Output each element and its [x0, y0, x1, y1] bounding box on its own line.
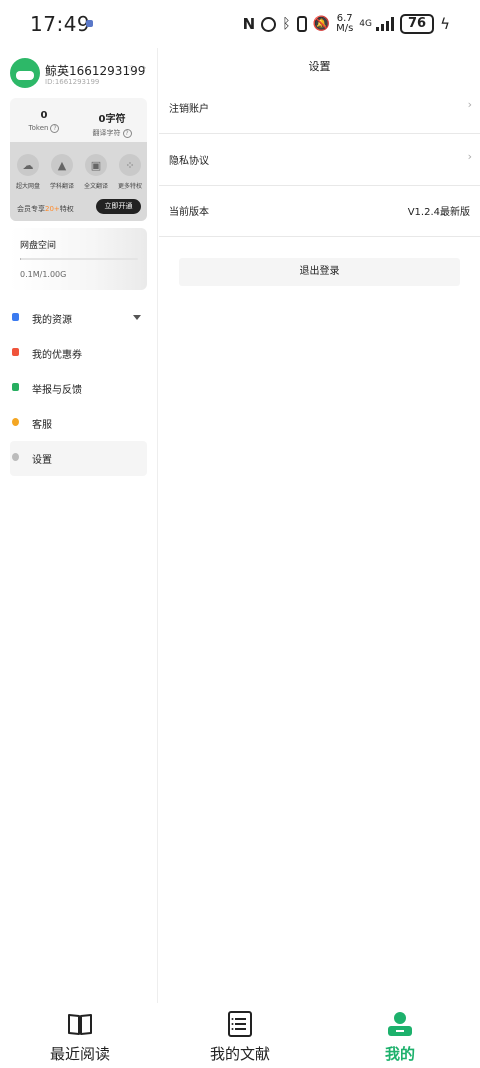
signal-icon: [376, 17, 394, 31]
book-icon: [67, 1011, 93, 1037]
membership-card: 0 Token? 0字符 翻译字符? ☁ 超大网盘 ▲ 学科翻译 ▣ 全文翻译 …: [10, 98, 147, 221]
tab-me[interactable]: 我的: [340, 1011, 460, 1064]
settings-row-version: 当前版本 V1.2.4最新版: [159, 186, 480, 237]
graduation-cap-icon: ▲: [51, 154, 73, 176]
feature-subject-translate[interactable]: ▲ 学科翻译: [45, 154, 79, 190]
sidebar-item-feedback[interactable]: 举报与反馈: [10, 371, 147, 406]
mute-icon: 🔕: [312, 16, 331, 32]
nfc-icon: N: [242, 15, 256, 33]
tab-recent-reading[interactable]: 最近阅读: [20, 1011, 140, 1064]
service-icon: [12, 418, 19, 426]
chevron-right-icon: ›: [467, 98, 472, 111]
battery-indicator: 76: [400, 14, 435, 34]
disk-usage-fill: [20, 258, 21, 260]
feature-label: 全文翻译: [83, 183, 108, 190]
grid-icon: ⁘: [119, 154, 141, 176]
user-icon: [387, 1011, 413, 1037]
chevron-right-icon[interactable]: ›: [142, 61, 146, 74]
sidebar-item-label: 我的优惠券: [32, 350, 82, 361]
sidebar-item-resources[interactable]: 我的资源: [10, 301, 147, 336]
translate-chars-label: 翻译字符: [92, 129, 121, 137]
page-title: 设置: [308, 60, 331, 73]
translate-chars-value: 0字符: [98, 114, 126, 125]
sidebar-item-settings[interactable]: 设置: [10, 441, 147, 476]
feature-more[interactable]: ⁘ 更多特权: [113, 154, 147, 190]
caret-down-icon[interactable]: [133, 315, 141, 320]
logout-button[interactable]: 退出登录: [179, 258, 460, 286]
feature-label: 学科翻译: [49, 183, 74, 190]
coupon-icon: [12, 348, 19, 356]
sidebar-item-label: 我的资源: [32, 315, 72, 326]
avatar[interactable]: [10, 58, 40, 88]
tab-label: 我的: [384, 1045, 415, 1063]
status-time: 17:49: [30, 12, 91, 36]
profile-header[interactable]: 鲸英1661293199 ♡ › ID:1661293199: [10, 58, 150, 92]
member-promo: 会员专享20+特权: [17, 205, 74, 213]
settings-row-privacy[interactable]: 隐私协议 ›: [159, 135, 480, 186]
cloud-icon: ☁: [17, 154, 39, 176]
feature-label: 更多特权: [117, 183, 142, 190]
token-value: 0: [40, 110, 48, 121]
row-label: 注销账户: [169, 104, 209, 115]
sidebar-item-service[interactable]: 客服: [10, 406, 147, 441]
translate-chars-stat[interactable]: 0字符 翻译字符?: [78, 110, 146, 138]
row-label: 隐私协议: [169, 156, 209, 167]
resource-icon: [12, 313, 19, 321]
alarm-icon: [261, 16, 277, 32]
vibrate-icon: [296, 16, 307, 32]
feedback-icon: [12, 383, 19, 391]
disk-usage-bar: [20, 258, 138, 260]
bottom-nav: 最近阅读 我的文献 我的: [0, 1003, 480, 1068]
network-speed: 6.7 M/s: [336, 13, 354, 34]
settings-row-deactivate[interactable]: 注销账户 ›: [159, 83, 480, 134]
disk-title: 网盘空间: [20, 241, 57, 251]
network-type: 4G: [359, 18, 372, 29]
status-icons: N ᛒ 🔕 6.7 M/s 4G 76 ϟ: [243, 14, 450, 34]
charging-icon: ϟ: [440, 15, 450, 33]
profile-uid: ID:1661293199: [45, 78, 100, 86]
tab-my-documents[interactable]: 我的文献: [180, 1011, 300, 1064]
disk-usage-text: 0.1M/1.00G: [20, 270, 67, 279]
notification-icon: [86, 20, 93, 27]
version-value: V1.2.4最新版: [407, 207, 470, 218]
settings-icon: [12, 453, 19, 461]
sidebar-item-label: 设置: [32, 455, 52, 466]
tab-label: 我的文献: [209, 1045, 270, 1063]
member-benefits: ☁ 超大网盘 ▲ 学科翻译 ▣ 全文翻译 ⁘ 更多特权 会员专享20+特权 立即…: [10, 142, 147, 221]
settings-panel: 设置 注销账户 › 隐私协议 › 当前版本 V1.2.4最新版 退出登录: [159, 48, 480, 1003]
feature-label: 超大网盘: [15, 183, 40, 190]
sidebar-item-label: 举报与反馈: [32, 385, 82, 396]
token-label: Token: [28, 124, 49, 132]
document-list-icon: [227, 1011, 253, 1037]
disk-space-card[interactable]: 网盘空间 0.1M/1.00G: [10, 228, 147, 290]
bluetooth-icon: ᛒ: [282, 16, 291, 32]
feature-cloud[interactable]: ☁ 超大网盘: [11, 154, 45, 190]
help-icon[interactable]: ?: [122, 129, 132, 138]
row-label: 当前版本: [169, 207, 209, 218]
translate-icon: ▣: [85, 154, 107, 176]
help-icon[interactable]: ?: [50, 124, 60, 133]
feature-full-translate[interactable]: ▣ 全文翻译: [79, 154, 113, 190]
tab-label: 最近阅读: [49, 1045, 110, 1063]
sidebar-item-coupons[interactable]: 我的优惠券: [10, 336, 147, 371]
chevron-right-icon: ›: [467, 150, 472, 163]
sidebar: 鲸英1661293199 ♡ › ID:1661293199 0 Token? …: [0, 48, 158, 1003]
sidebar-item-label: 客服: [32, 420, 52, 431]
open-membership-button[interactable]: 立即开通: [96, 199, 141, 214]
token-stat[interactable]: 0 Token?: [10, 110, 78, 133]
vip-badge-icon: ♡: [127, 64, 135, 73]
status-bar: 17:49 N ᛒ 🔕 6.7 M/s 4G 76 ϟ: [0, 0, 480, 48]
